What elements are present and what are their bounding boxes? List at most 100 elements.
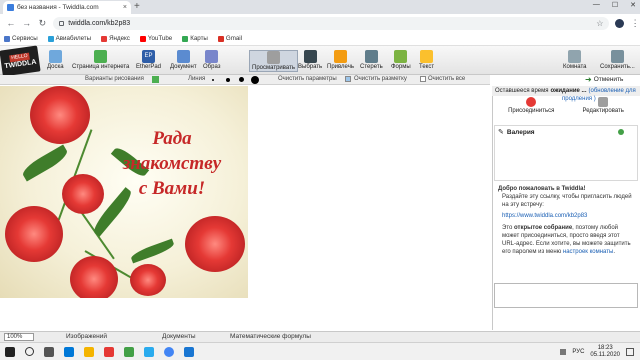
system-tray: РУС 18:23 05.11.2020 (560, 345, 640, 359)
whatsapp-icon[interactable] (124, 346, 134, 357)
bookmark-item[interactable]: Авиабилеты (47, 35, 92, 42)
network-icon[interactable] (560, 348, 567, 355)
tool-button[interactable]: Документ (170, 50, 197, 70)
minimize-button[interactable]: — (593, 1, 600, 9)
save-button[interactable]: Сохранить... (600, 50, 635, 70)
tool-button[interactable]: Привлечь (327, 50, 354, 70)
tool-button[interactable]: EP EtherPad (136, 50, 161, 70)
bookmark-item[interactable]: YouTube (139, 35, 172, 42)
chrome-icon[interactable] (164, 346, 174, 357)
tool-button[interactable]: Образ (203, 50, 220, 70)
forward-arrow-icon[interactable]: → (22, 18, 32, 28)
tool-button[interactable]: Текст (419, 50, 434, 70)
bookmark-label: Авиабилеты (55, 35, 92, 42)
online-status-icon (618, 129, 624, 135)
bookmark-star-icon[interactable]: ☆ (596, 19, 603, 28)
room-link[interactable]: https://www.twiddla.com/kb2p83 (498, 212, 634, 220)
tool-icon (94, 50, 108, 63)
drawing-options-bar: Варианты рисования Линия Очистить параме… (0, 75, 490, 85)
tool-button[interactable]: Стереть (360, 50, 383, 70)
join-button[interactable]: Присоединиться (508, 97, 554, 124)
tool-button[interactable]: Доска (47, 50, 64, 70)
edit-button[interactable]: Редактировать (582, 97, 624, 124)
clock-time: 18:23 (597, 344, 613, 351)
aster-flower (5, 206, 63, 262)
brush-size-2[interactable] (226, 78, 230, 82)
tab-title: без названия - Twiddla.com (17, 4, 99, 11)
drawing-options-label[interactable]: Варианты рисования (85, 76, 144, 82)
cancel-arrow-icon: ➜ (585, 75, 592, 84)
tool-label: Доска (47, 64, 64, 70)
tool-icon (176, 50, 190, 63)
room-button[interactable]: Комната (563, 50, 587, 70)
speaker-icon (526, 97, 537, 107)
explorer-icon[interactable] (84, 346, 94, 357)
tab-close-icon[interactable]: × (123, 4, 127, 11)
task-view-icon[interactable] (44, 346, 54, 357)
bookmark-item[interactable]: Яндекс (101, 35, 130, 42)
greeting-text: Рада знакомству с Вами! (102, 126, 242, 201)
zoom-select[interactable]: 100% (4, 333, 34, 341)
menu-dots-icon[interactable]: ⋮ (630, 18, 640, 29)
color-swatch[interactable] (152, 76, 159, 83)
tool-icon (420, 50, 434, 63)
window-controls: — ☐ ✕ (593, 1, 636, 9)
open-meeting-text: Это открытое собрание, поэтому любой мож… (498, 224, 634, 256)
url-bar[interactable]: twiddla.com/kb2p83 ☆ (53, 16, 610, 30)
bookmark-icon (101, 35, 108, 42)
telegram-icon[interactable] (144, 346, 154, 357)
greeting-card-image: Рада знакомству с Вами! (0, 86, 248, 298)
aster-flower (185, 216, 245, 272)
bookmark-item[interactable]: Сервисы (4, 35, 38, 42)
tool-button[interactable]: Выбрать (298, 50, 322, 70)
word-icon[interactable] (184, 346, 194, 357)
documents-tab[interactable]: Документы (162, 333, 196, 340)
start-icon[interactable] (5, 346, 15, 357)
bookmark-item[interactable]: Gmail (217, 35, 242, 42)
chat-input[interactable] (494, 283, 638, 308)
bookmark-item[interactable]: Карты (182, 35, 208, 42)
tool-icon (205, 50, 219, 63)
profile-avatar[interactable] (615, 18, 625, 28)
tool-button[interactable]: Просматривать (249, 50, 298, 72)
tool-label: Страница интернета (72, 64, 130, 70)
room-settings-link[interactable]: настроек комнаты (563, 249, 613, 255)
participant-name: Валерия (506, 128, 535, 136)
close-window-button[interactable]: ✕ (630, 1, 636, 9)
edge-icon[interactable] (64, 346, 74, 357)
new-tab-button[interactable]: + (134, 2, 140, 12)
save-icon (610, 50, 624, 63)
images-tab[interactable]: Изображений (66, 333, 107, 340)
language-indicator[interactable]: РУС (572, 349, 584, 355)
back-arrow-icon[interactable]: ← (6, 18, 16, 28)
address-row: ← → ↻ twiddla.com/kb2p83 ☆ ⋮ (0, 14, 640, 32)
notifications-icon[interactable] (626, 347, 634, 356)
reload-icon[interactable]: ↻ (38, 18, 48, 29)
cancel-label: Отменить (593, 76, 624, 83)
cancel-button[interactable]: ➜ Отменить (585, 75, 623, 84)
bookmark-icon (47, 35, 54, 42)
tool-button[interactable]: Формы (391, 50, 411, 70)
clear-all-button[interactable]: Очистить все (428, 76, 465, 82)
tool-icon (364, 50, 378, 63)
yandex-icon[interactable] (104, 346, 114, 357)
refresh-link[interactable]: (обновление для (589, 88, 636, 94)
tool-button[interactable]: Страница интернета (72, 50, 129, 70)
line-label: Линия (188, 76, 206, 82)
math-formulas-tab[interactable]: Математические формулы (230, 333, 311, 340)
browser-tab[interactable]: без названия - Twiddla.com × (3, 1, 131, 14)
brush-size-4[interactable] (251, 76, 259, 84)
tool-label: Документ (170, 64, 197, 70)
room-label: Комната (563, 64, 587, 70)
brush-size-1[interactable] (212, 79, 214, 81)
clear-markup-button[interactable]: Очистить разметку (354, 76, 407, 82)
lock-icon (59, 20, 65, 26)
brush-size-3[interactable] (239, 77, 244, 82)
search-icon[interactable] (25, 347, 34, 356)
maximize-button[interactable]: ☐ (612, 1, 618, 9)
save-label: Сохранить... (600, 64, 635, 70)
clear-options-button[interactable]: Очистить параметры (278, 76, 337, 82)
participant-row[interactable]: ✎ Валерия (498, 128, 634, 136)
tool-label: Текст (419, 64, 435, 70)
clock[interactable]: 18:23 05.11.2020 (590, 345, 620, 359)
